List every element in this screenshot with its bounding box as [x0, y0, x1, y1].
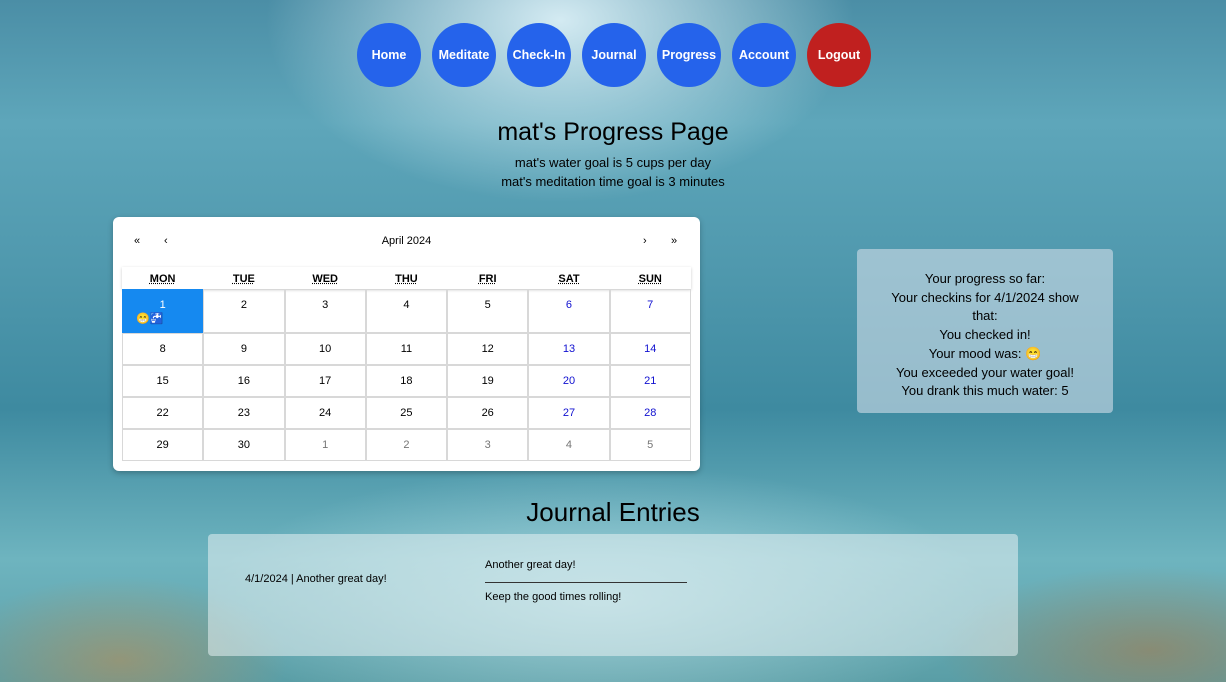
- calendar-week: 15 16 17 18 19 20 21: [122, 365, 691, 397]
- checkin-marks: 😁🚰: [136, 313, 164, 325]
- calendar-navigation: « ‹ April 2024 › »: [113, 235, 700, 251]
- nav-checkin-button[interactable]: Check-In: [507, 23, 571, 87]
- water-goal-text: mat's water goal is 5 cups per day: [514, 155, 712, 170]
- next-year-button[interactable]: »: [671, 235, 677, 247]
- nav-progress-button[interactable]: Progress: [657, 23, 721, 87]
- meditation-goal-text: mat's meditation time goal is 3 minutes: [501, 174, 725, 189]
- calendar-day-tile[interactable]: 18: [365, 365, 448, 397]
- calendar-day-tile[interactable]: 27: [528, 397, 610, 429]
- calendar-day-tile[interactable]: 9: [203, 333, 285, 365]
- weekday-label: THU: [395, 273, 418, 285]
- calendar-day-tile[interactable]: 11: [365, 333, 448, 365]
- water-amount-text: You drank this much water: 5: [901, 383, 1069, 399]
- calendar-day-tile[interactable]: 5: [447, 289, 529, 333]
- calendar-day-tile[interactable]: 3: [447, 429, 529, 461]
- mood-text: Your mood was: 😁: [928, 345, 1042, 361]
- calendar-day-tile[interactable]: 6: [528, 289, 610, 333]
- calendar-day-tile[interactable]: 8: [122, 333, 204, 365]
- calendar-week: 1 😁🚰 2 3 4 5 6 7: [122, 289, 691, 333]
- weekday-label: FRI: [478, 273, 497, 285]
- calendar-day-tile[interactable]: 3: [284, 289, 366, 333]
- calendar-day-tile[interactable]: 17: [284, 365, 366, 397]
- calendar-day-tile[interactable]: 26: [447, 397, 529, 429]
- progress-heading: Your progress so far:: [924, 271, 1046, 286]
- calendar-day-tile[interactable]: 4: [528, 429, 610, 461]
- journal-entries-panel: 4/1/2024 | Another great day! Another gr…: [208, 534, 1018, 656]
- weekday-label: SAT: [558, 273, 580, 285]
- nav-meditate-button[interactable]: Meditate: [432, 23, 496, 87]
- journal-section-title: Journal Entries: [526, 497, 700, 527]
- calendar-day-tile[interactable]: 2: [365, 429, 448, 461]
- nav-account-button[interactable]: Account: [732, 23, 796, 87]
- calendar-day-tile[interactable]: 16: [203, 365, 285, 397]
- next-month-button[interactable]: ›: [643, 235, 647, 247]
- calendar-day-tile[interactable]: 7: [609, 289, 691, 333]
- calendar-day-tile[interactable]: 5: [609, 429, 691, 461]
- checkins-date-text: Your checkins for 4/1/2024 show that:: [891, 289, 1079, 324]
- calendar-day-tile[interactable]: 2: [203, 289, 285, 333]
- calendar-day-tile[interactable]: 25: [365, 397, 448, 429]
- main-nav: Home Meditate Check-In Journal Progress …: [357, 23, 871, 87]
- journal-entry-title: Another great day!: [485, 559, 576, 571]
- calendar-day-tile[interactable]: 20: [528, 365, 610, 397]
- weekday-label: TUE: [232, 273, 255, 285]
- journal-entry-link[interactable]: 4/1/2024 | Another great day!: [245, 573, 387, 585]
- calendar-day-tile[interactable]: 28: [609, 397, 691, 429]
- calendar-day-tile[interactable]: 19: [447, 365, 529, 397]
- calendar-day-tile[interactable]: 10: [284, 333, 366, 365]
- day-number: 1: [159, 299, 166, 311]
- calendar-day-tile[interactable]: 30: [203, 429, 285, 461]
- progress-summary-card: Your progress so far: Your checkins for …: [857, 249, 1113, 413]
- water-goal-status: You exceeded your water goal!: [895, 364, 1075, 380]
- calendar-day-tile[interactable]: 14: [609, 333, 691, 365]
- weekday-header-row: MON TUE WED THU FRI SAT SUN: [122, 267, 691, 289]
- page-title: mat's Progress Page: [497, 118, 729, 146]
- calendar-day-tile[interactable]: 24: [284, 397, 366, 429]
- calendar-day-tile[interactable]: 21: [609, 365, 691, 397]
- calendar-day-tile[interactable]: 29: [122, 429, 204, 461]
- weekday-label: MON: [149, 273, 176, 285]
- nav-logout-button[interactable]: Logout: [807, 23, 871, 87]
- calendar-day-tile[interactable]: 23: [203, 397, 285, 429]
- calendar-day-tile[interactable]: 1: [284, 429, 366, 461]
- weekday-label: SUN: [638, 273, 662, 285]
- checked-in-text: You checked in!: [939, 327, 1031, 343]
- calendar-day-tile[interactable]: 13: [528, 333, 610, 365]
- calendar-day-tile[interactable]: 1 😁🚰: [122, 289, 204, 333]
- progress-calendar: « ‹ April 2024 › » MON TUE WED THU FRI S…: [113, 217, 700, 471]
- calendar-week: 22 23 24 25 26 27 28: [122, 397, 691, 429]
- calendar-day-tile[interactable]: 4: [365, 289, 448, 333]
- calendar-day-tile[interactable]: 15: [122, 365, 204, 397]
- nav-home-button[interactable]: Home: [357, 23, 421, 87]
- nav-journal-button[interactable]: Journal: [582, 23, 646, 87]
- weekday-label: WED: [312, 273, 338, 285]
- journal-entry-divider: [485, 582, 687, 583]
- calendar-week: 8 9 10 11 12 13 14: [122, 333, 691, 365]
- calendar-day-tile[interactable]: 12: [447, 333, 529, 365]
- calendar-week: 29 30 1 2 3 4 5: [122, 429, 691, 461]
- journal-entry-body: Keep the good times rolling!: [485, 591, 622, 603]
- calendar-grid: MON TUE WED THU FRI SAT SUN 1 😁🚰 2 3 4 5…: [122, 267, 691, 461]
- calendar-day-tile[interactable]: 22: [122, 397, 204, 429]
- calendar-month-label[interactable]: April 2024: [113, 235, 700, 247]
